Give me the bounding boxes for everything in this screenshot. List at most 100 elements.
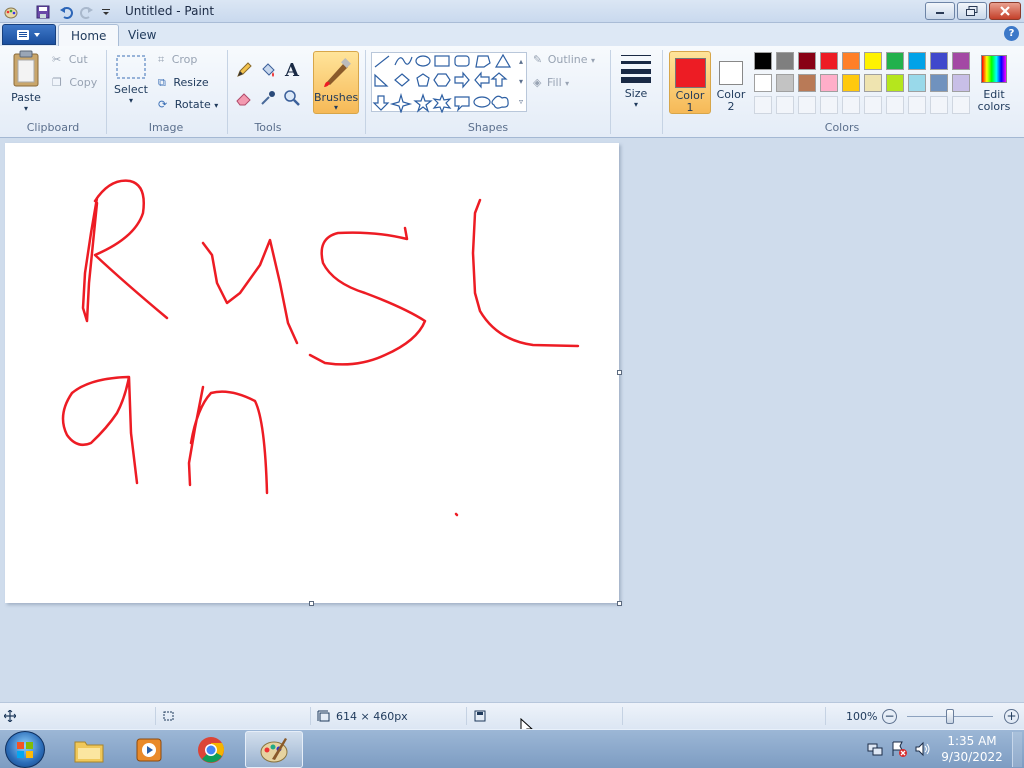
shapes-scroll[interactable]: ▴ ▾ ▿ xyxy=(515,52,527,112)
palette-swatch[interactable] xyxy=(754,74,772,92)
color-picker-icon[interactable] xyxy=(257,87,279,109)
size-button[interactable]: Size ▾ xyxy=(617,52,655,109)
custom-color-slot[interactable] xyxy=(820,96,838,114)
rectangle-shape-icon xyxy=(434,55,450,67)
paint-menu-button[interactable] xyxy=(2,24,56,45)
palette-swatch[interactable] xyxy=(754,52,772,70)
down-arrow-shape-icon xyxy=(372,95,390,111)
palette-swatch[interactable] xyxy=(842,74,860,92)
outline-button[interactable]: ✎ Outline ▾ xyxy=(533,53,595,66)
redo-icon[interactable] xyxy=(78,3,95,20)
resize-handle-right[interactable] xyxy=(617,370,622,375)
select-button[interactable]: Select ▾ xyxy=(113,54,149,105)
brushes-button[interactable]: Brushes ▾ xyxy=(313,51,359,114)
palette-swatch[interactable] xyxy=(776,52,794,70)
fill-bucket-icon[interactable] xyxy=(257,59,279,81)
paint-app-icon[interactable] xyxy=(2,3,19,20)
palette-swatch[interactable] xyxy=(820,52,838,70)
fill-button[interactable]: ◈ Fill ▾ xyxy=(533,76,569,89)
drawn-stroke-a xyxy=(61,375,139,485)
crop-label: Crop xyxy=(171,53,198,66)
color-2-button[interactable]: Color 2 xyxy=(713,51,749,114)
custom-color-slot[interactable] xyxy=(842,96,860,114)
restore-button[interactable] xyxy=(957,2,987,20)
zoom-slider-thumb[interactable] xyxy=(946,709,954,724)
resize-button[interactable]: ⧉ Resize xyxy=(158,76,209,90)
custom-color-slot[interactable] xyxy=(952,96,970,114)
copy-button[interactable]: ❐ Copy xyxy=(52,76,97,89)
palette-swatch[interactable] xyxy=(930,52,948,70)
palette-swatch[interactable] xyxy=(776,74,794,92)
taskbar-paint[interactable] xyxy=(245,731,303,768)
palette-swatch[interactable] xyxy=(864,74,882,92)
taskbar-media-player[interactable] xyxy=(120,731,178,768)
palette-swatch[interactable] xyxy=(798,52,816,70)
crop-button[interactable]: ⌗ Crop xyxy=(158,53,197,67)
palette-swatch[interactable] xyxy=(864,52,882,70)
custom-color-slot[interactable] xyxy=(754,96,772,114)
custom-color-slot[interactable] xyxy=(864,96,882,114)
quick-access-dropdown-icon[interactable] xyxy=(97,3,114,20)
clipboard-icon xyxy=(13,50,39,87)
show-desktop-button[interactable] xyxy=(1012,732,1022,767)
pencil-icon[interactable] xyxy=(233,59,255,81)
save-icon[interactable] xyxy=(34,3,51,20)
cursor-position-icon xyxy=(3,709,17,725)
resize-handle-corner[interactable] xyxy=(617,601,622,606)
palette-swatch[interactable] xyxy=(820,74,838,92)
file-size-icon xyxy=(474,710,486,725)
action-center-icon[interactable] xyxy=(890,740,908,758)
drawn-stroke-n xyxy=(187,385,269,495)
start-button[interactable] xyxy=(5,731,45,768)
cut-button[interactable]: ✂ Cut xyxy=(52,53,88,66)
help-icon[interactable]: ? xyxy=(1004,26,1019,41)
palette-swatch[interactable] xyxy=(842,52,860,70)
drawn-stroke-r xyxy=(81,179,169,323)
volume-icon[interactable] xyxy=(914,740,932,758)
palette-swatch[interactable] xyxy=(886,74,904,92)
tab-home[interactable]: Home xyxy=(58,24,120,46)
outline-pen-icon: ✎ xyxy=(533,53,543,66)
ribbon-tab-row: Home View ? xyxy=(0,23,1024,46)
edit-colors-button[interactable]: Edit colors xyxy=(976,51,1012,114)
eraser-icon[interactable] xyxy=(233,87,255,109)
zoom-in-button[interactable]: + xyxy=(1004,709,1019,724)
color-spectrum-icon xyxy=(981,55,1007,83)
close-button[interactable] xyxy=(989,2,1021,20)
status-separator xyxy=(622,707,623,725)
palette-swatch[interactable] xyxy=(798,74,816,92)
palette-swatch[interactable] xyxy=(908,74,926,92)
drawing-canvas[interactable] xyxy=(5,143,619,603)
palette-swatch[interactable] xyxy=(908,52,926,70)
polygon-shape-icon xyxy=(475,55,491,68)
palette-swatch[interactable] xyxy=(952,74,970,92)
custom-color-slot[interactable] xyxy=(930,96,948,114)
color-1-button[interactable]: Color 1 xyxy=(669,51,711,114)
palette-swatch[interactable] xyxy=(930,74,948,92)
ribbon-separator xyxy=(106,50,107,134)
paste-button[interactable]: Paste ▾ xyxy=(8,50,44,113)
rotate-button[interactable]: ⟳ Rotate ▾ xyxy=(158,98,218,111)
magnifier-icon[interactable] xyxy=(281,87,303,109)
tab-view[interactable]: View xyxy=(116,24,168,46)
minimize-button[interactable] xyxy=(925,2,955,20)
taskbar-chrome[interactable] xyxy=(182,731,240,768)
palette-swatch[interactable] xyxy=(952,52,970,70)
custom-color-slot[interactable] xyxy=(908,96,926,114)
right-triangle-shape-icon xyxy=(374,73,389,87)
zoom-out-button[interactable]: − xyxy=(882,709,897,724)
edit-colors-label-2: colors xyxy=(977,100,1011,113)
text-tool-icon[interactable]: A xyxy=(281,59,303,81)
system-clock[interactable]: 1:35 AM 9/30/2022 xyxy=(940,733,1004,765)
palette-swatch[interactable] xyxy=(886,52,904,70)
undo-icon[interactable] xyxy=(57,3,74,20)
paint-palette-icon xyxy=(260,737,288,762)
canvas-dimensions: 614 × 460px xyxy=(336,710,408,723)
taskbar-explorer[interactable] xyxy=(60,731,118,768)
custom-color-slot[interactable] xyxy=(798,96,816,114)
zoom-level: 100% xyxy=(846,710,878,723)
resize-handle-bottom[interactable] xyxy=(309,601,314,606)
custom-color-slot[interactable] xyxy=(886,96,904,114)
custom-color-slot[interactable] xyxy=(776,96,794,114)
network-icon[interactable] xyxy=(866,740,884,758)
